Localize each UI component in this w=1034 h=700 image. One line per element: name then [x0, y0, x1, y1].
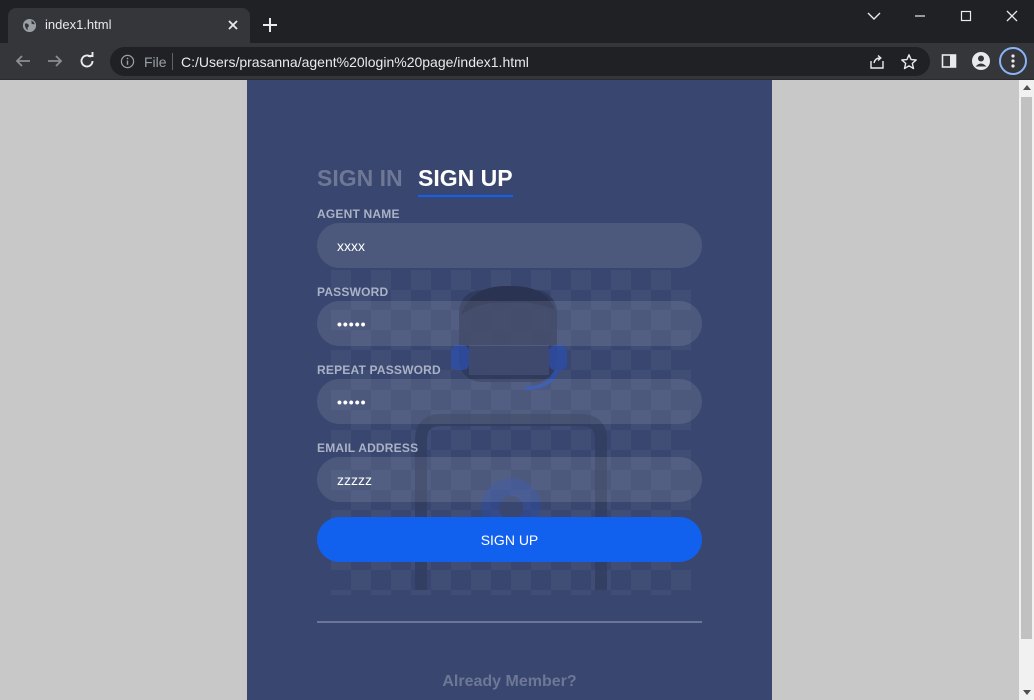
back-button[interactable] — [12, 50, 34, 72]
bookmark-star-icon[interactable] — [900, 53, 918, 71]
minimize-button[interactable] — [897, 5, 943, 27]
url-text[interactable]: C:/Users/prasanna/agent%20login%20page/i… — [181, 54, 529, 70]
tab-sign-in[interactable]: SIGN IN — [317, 165, 403, 192]
close-window-button[interactable] — [989, 5, 1034, 27]
sign-up-button[interactable]: SIGN UP — [317, 517, 702, 562]
browser-tab-strip: index1.html — [0, 0, 1034, 43]
tab-search-button[interactable] — [851, 5, 897, 27]
side-panel-icon — [941, 54, 957, 68]
tab-title: index1.html — [45, 17, 112, 32]
email-input[interactable] — [317, 457, 702, 502]
vertical-scrollbar[interactable] — [1019, 80, 1034, 700]
close-tab-icon[interactable] — [226, 18, 240, 32]
repeat-password-input[interactable] — [317, 379, 702, 424]
maximize-icon — [960, 10, 972, 22]
already-member-link[interactable]: Already Member? — [247, 673, 772, 691]
scroll-up-arrow-icon[interactable] — [1023, 85, 1031, 90]
info-icon[interactable] — [120, 54, 135, 69]
profile-button[interactable] — [970, 50, 992, 72]
maximize-button[interactable] — [943, 5, 989, 27]
page-viewport: SIGN IN SIGN UP AGENT NAME PASSWORD REPE… — [0, 80, 1019, 700]
avatar-icon — [972, 52, 990, 70]
tab-sign-up[interactable]: SIGN UP — [418, 165, 513, 197]
scroll-thumb[interactable] — [1021, 97, 1032, 639]
repeat-password-label: REPEAT PASSWORD — [317, 363, 441, 377]
forward-button[interactable] — [44, 50, 66, 72]
share-icon[interactable] — [868, 53, 886, 71]
chevron-down-icon — [867, 12, 881, 20]
arrow-left-icon — [15, 55, 30, 67]
scroll-down-arrow-icon[interactable] — [1023, 690, 1031, 695]
browser-tab[interactable]: index1.html — [8, 8, 250, 43]
agent-name-input[interactable] — [317, 223, 702, 268]
side-panel-button[interactable] — [938, 50, 960, 72]
url-scheme-label: File — [144, 54, 167, 70]
globe-icon — [22, 18, 37, 33]
divider — [317, 621, 702, 623]
browser-toolbar: File C:/Users/prasanna/agent%20login%20p… — [0, 43, 1034, 80]
reload-button[interactable] — [76, 50, 98, 72]
agent-name-label: AGENT NAME — [317, 207, 400, 221]
more-vertical-icon — [1011, 54, 1015, 68]
login-card: SIGN IN SIGN UP AGENT NAME PASSWORD REPE… — [247, 80, 772, 700]
new-tab-icon[interactable] — [262, 17, 278, 33]
browser-menu-button[interactable] — [999, 47, 1027, 75]
reload-icon — [80, 52, 94, 68]
email-label: EMAIL ADDRESS — [317, 441, 419, 455]
minimize-icon — [915, 15, 925, 17]
arrow-right-icon — [48, 55, 63, 67]
close-icon — [1006, 10, 1018, 22]
password-input[interactable] — [317, 301, 702, 346]
address-bar[interactable]: File C:/Users/prasanna/agent%20login%20p… — [110, 47, 930, 76]
omnibox-separator — [172, 53, 173, 70]
password-label: PASSWORD — [317, 285, 389, 299]
